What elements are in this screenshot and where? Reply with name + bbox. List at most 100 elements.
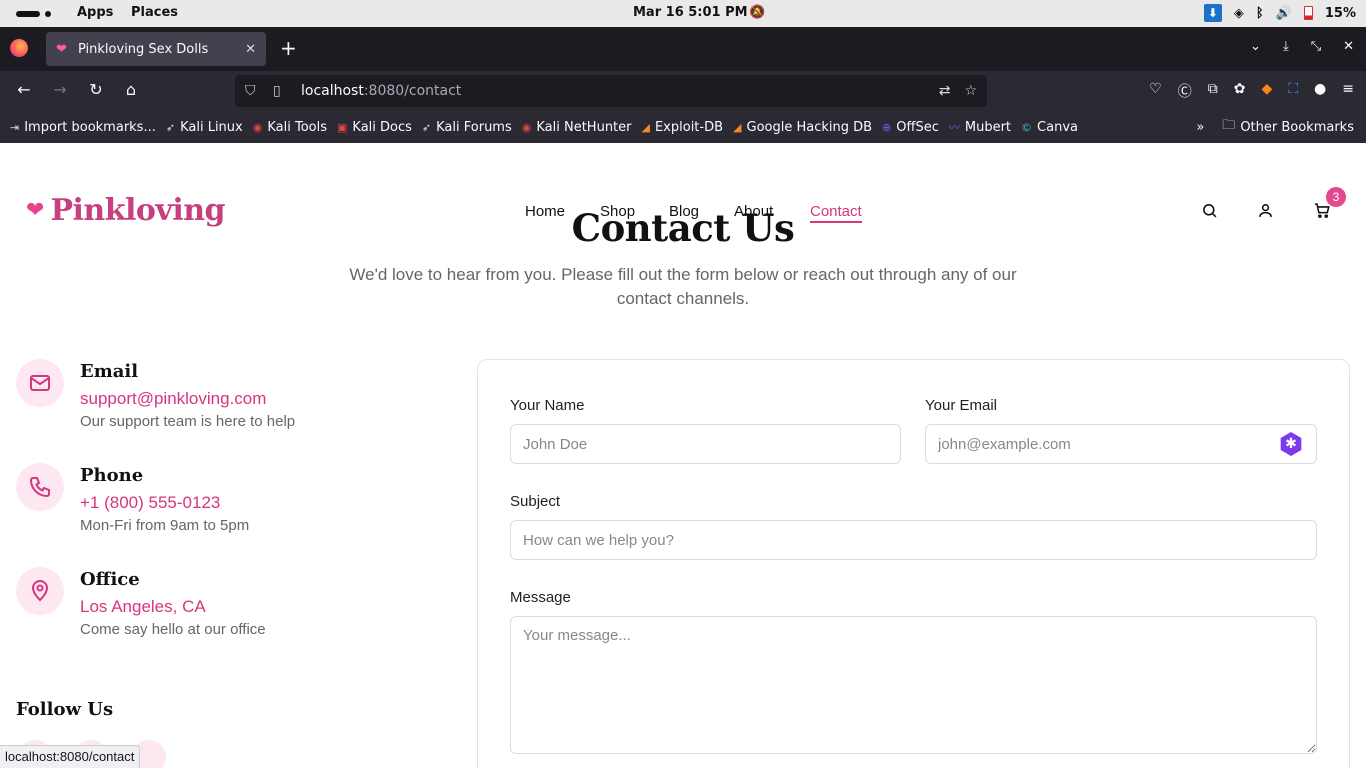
bookmark-kali-linux[interactable]: ➶ Kali Linux: [166, 120, 243, 135]
chevron-more-icon[interactable]: »: [1196, 120, 1204, 135]
cart-count-badge: 3: [1326, 187, 1346, 207]
tab-list-icon[interactable]: ⌄: [1250, 39, 1261, 54]
subject-input[interactable]: [510, 520, 1317, 560]
activities-indicator[interactable]: [16, 11, 40, 17]
kali-forums-icon: ➶: [421, 120, 432, 134]
address-bar[interactable]: ⛉ ▯ localhost:8080/contact ⇄ ☆: [235, 75, 987, 107]
user-icon[interactable]: [1257, 202, 1274, 223]
shield-icon[interactable]: ⛉: [245, 83, 261, 99]
page-content: ❤ Pinkloving Contact Us Home Shop Blog A…: [0, 143, 1366, 768]
home-icon[interactable]: ⌂: [120, 80, 142, 99]
bookmark-label: Kali Tools: [267, 119, 327, 135]
phone-link[interactable]: +1 (800) 555-0123: [80, 493, 220, 513]
email-link[interactable]: support@pinkloving.com: [80, 389, 266, 409]
minimize-icon[interactable]: ⤓: [1283, 39, 1289, 54]
translate-icon[interactable]: ⇄: [939, 83, 951, 99]
bookmark-canva[interactable]: © Canva: [1021, 120, 1078, 135]
follow-us-heading: Follow Us: [16, 699, 114, 720]
clock[interactable]: Mar 16 5:01 PM: [633, 5, 748, 20]
nethunter-icon: ◉: [521, 120, 532, 134]
close-window-icon[interactable]: ✕: [1343, 39, 1354, 54]
system-tray: ⬇ ◈ ᛒ 🔊 15%: [1203, 4, 1356, 22]
bookmark-kali-nethunter[interactable]: ◉ Kali NetHunter: [522, 120, 632, 135]
email-input[interactable]: [925, 424, 1317, 464]
reload-icon[interactable]: ↻: [85, 80, 107, 99]
bookmark-label: Canva: [1037, 119, 1078, 135]
bookmark-kali-tools[interactable]: ◉ Kali Tools: [253, 120, 327, 135]
new-tab-button[interactable]: +: [280, 36, 297, 60]
menu-hamburger-icon[interactable]: ≡: [1342, 81, 1354, 101]
name-input[interactable]: [510, 424, 901, 464]
bookmark-label: Kali Forums: [436, 119, 512, 135]
folder-icon: 🗀: [1222, 118, 1236, 133]
page-subtitle: We'd love to hear from you. Please fill …: [349, 265, 1017, 308]
url-text[interactable]: localhost:8080/contact: [301, 83, 939, 99]
active-tab[interactable]: ❤ Pinkloving Sex Dolls ✕: [46, 32, 266, 66]
office-link[interactable]: Los Angeles, CA: [80, 597, 206, 617]
volume-icon[interactable]: 🔊: [1276, 6, 1292, 21]
name-label: Your Name: [510, 397, 585, 414]
forward-arrow-icon[interactable]: →: [49, 80, 71, 99]
cart-icon[interactable]: [1313, 202, 1331, 223]
browser-tab-strip: ❤ Pinkloving Sex Dolls ✕ + ⌄ ⤓ ⤡ ✕: [0, 27, 1366, 71]
ghdb-icon: ◢: [733, 120, 742, 134]
nav-blog[interactable]: Blog: [669, 203, 699, 220]
bookmark-exploit-db[interactable]: ◢ Exploit-DB: [642, 120, 724, 135]
firefox-icon[interactable]: [10, 39, 28, 57]
bookmark-kali-forums[interactable]: ➶ Kali Forums: [422, 120, 512, 135]
nav-shop[interactable]: Shop: [600, 203, 635, 220]
office-desc: Come say hello at our office: [80, 621, 266, 638]
bookmark-google-hacking-db[interactable]: ◢ Google Hacking DB: [733, 120, 872, 135]
email-icon: [16, 359, 64, 407]
screenshot-extension-icon[interactable]: ⛶: [1288, 81, 1298, 101]
kali-dragon-icon: ➶: [165, 120, 176, 134]
places-menu[interactable]: Places: [131, 5, 178, 20]
nav-contact[interactable]: Contact: [810, 203, 862, 223]
pocket-icon[interactable]: ♡: [1149, 81, 1162, 101]
extension-icon[interactable]: ✿: [1234, 81, 1246, 101]
notifications-muted-icon: 🔕: [749, 5, 766, 20]
wifi-icon[interactable]: ◈: [1234, 6, 1244, 21]
search-icon[interactable]: [1201, 202, 1218, 223]
tab-title: Pinkloving Sex Dolls: [78, 41, 209, 57]
extensions-area: ♡ Ⓒ ⧉ ✿ ◆ ⛶ ● ≡: [1149, 81, 1354, 101]
nav-about[interactable]: About: [734, 203, 773, 220]
bookmark-star-icon[interactable]: ☆: [964, 83, 977, 99]
exploit-db-icon: ◢: [641, 120, 650, 134]
bookmark-offsec[interactable]: ⊕ OffSec: [882, 120, 939, 135]
phone-desc: Mon-Fri from 9am to 5pm: [80, 517, 250, 534]
bookmark-label: Google Hacking DB: [746, 119, 873, 135]
mubert-icon: 〰: [948, 121, 960, 134]
bookmark-label: Import bookmarks...: [24, 119, 156, 135]
restore-icon[interactable]: ⤡: [1311, 39, 1321, 54]
import-icon: ⇥: [10, 120, 20, 134]
battery-icon[interactable]: [1303, 6, 1313, 20]
page-info-icon[interactable]: ▯: [273, 83, 289, 99]
email-desc: Our support team is here to help: [80, 413, 296, 430]
window-controls: ⌄ ⤓ ⤡ ✕: [1250, 39, 1354, 54]
subject-label: Subject: [510, 493, 561, 510]
c-extension-icon[interactable]: Ⓒ: [1178, 81, 1192, 101]
bluetooth-icon[interactable]: ᛒ: [1256, 6, 1264, 21]
apps-menu[interactable]: Apps: [77, 5, 113, 20]
os-top-bar: Apps Places Mar 16 5:01 PM 🔕 ⬇ ◈ ᛒ 🔊 15%: [0, 0, 1366, 27]
download-indicator-icon[interactable]: ⬇: [1203, 4, 1222, 22]
bookmark-label: Exploit-DB: [654, 119, 724, 135]
bookmark-kali-docs[interactable]: ▣ Kali Docs: [337, 120, 412, 135]
account-icon[interactable]: ●: [1314, 81, 1326, 101]
bookmark-mubert[interactable]: 〰 Mubert: [949, 119, 1011, 135]
bookmark-label: OffSec: [896, 119, 939, 135]
offsec-icon: ⊕: [882, 120, 892, 134]
nav-home[interactable]: Home: [525, 203, 565, 220]
extensions-puzzle-icon[interactable]: ⧉: [1208, 81, 1218, 101]
bookmark-import[interactable]: ⇥ Import bookmarks...: [10, 120, 156, 135]
other-bookmarks[interactable]: 🗀 Other Bookmarks: [1222, 116, 1354, 138]
metamask-fox-icon[interactable]: ◆: [1261, 81, 1272, 101]
back-arrow-icon[interactable]: ←: [13, 80, 35, 99]
bookmarks-toolbar: ⇥ Import bookmarks... ➶ Kali Linux ◉ Kali T…: [0, 111, 1366, 143]
bookmark-label: Kali Linux: [180, 119, 243, 135]
phone-title: Phone: [80, 465, 144, 486]
bookmark-label: Kali Docs: [352, 119, 412, 135]
close-tab-icon[interactable]: ✕: [245, 42, 256, 57]
message-textarea[interactable]: [510, 616, 1317, 754]
